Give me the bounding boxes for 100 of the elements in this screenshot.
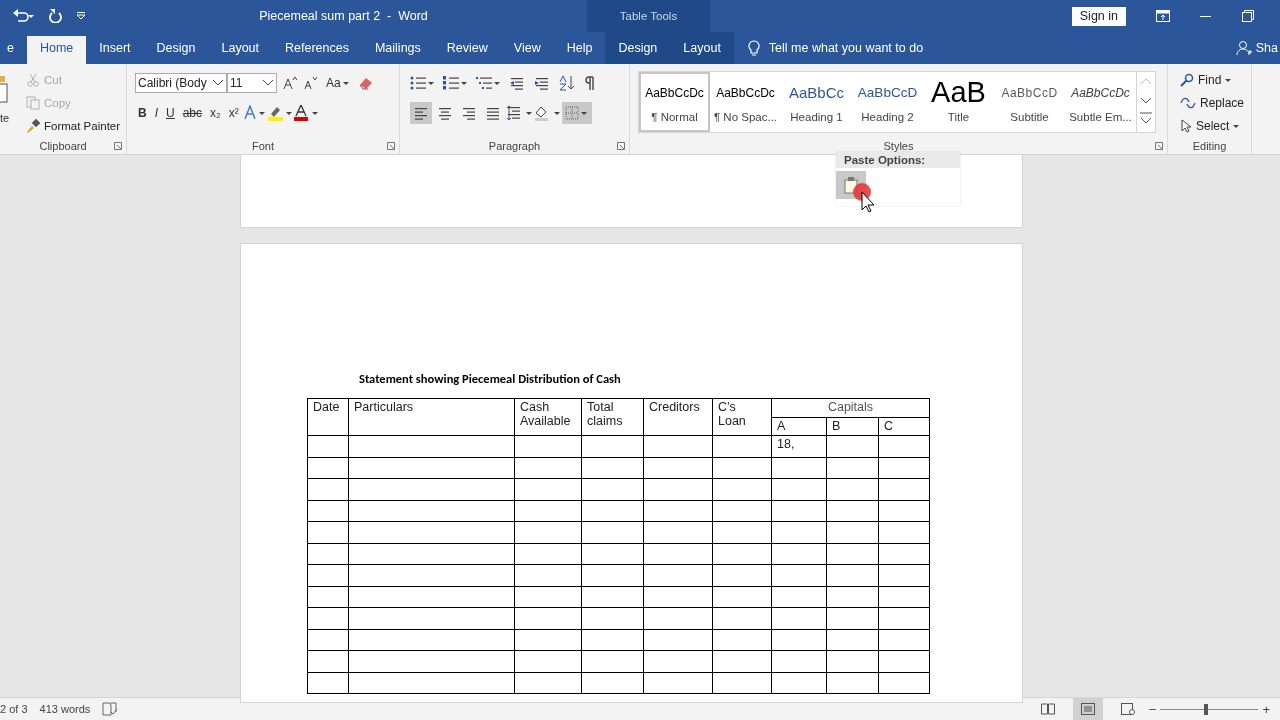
proofing-icon[interactable] (102, 702, 119, 716)
group-label: Styles (882, 140, 915, 152)
grow-font-icon[interactable] (283, 76, 297, 90)
bullets-icon[interactable] (410, 75, 434, 91)
format-button[interactable]: B (135, 102, 150, 124)
replace-icon[interactable] (1180, 96, 1196, 110)
tell-me-field[interactable]: Tell me what you want to do (768, 41, 924, 55)
decrease-indent-icon[interactable] (509, 76, 525, 90)
text-effects-icon[interactable] (243, 105, 266, 121)
eraser-icon[interactable] (357, 76, 374, 90)
ribbon-tab[interactable]: Help (553, 32, 606, 64)
chevron-icon[interactable] (262, 79, 274, 87)
paste-label[interactable]: te (0, 112, 10, 124)
align-justify-icon (485, 106, 501, 120)
restore-icon[interactable] (1242, 10, 1254, 22)
print-layout-button[interactable] (1072, 698, 1103, 720)
undo-icon[interactable] (12, 9, 34, 23)
ribbon-tab[interactable]: Layout (670, 32, 734, 64)
column-header: Creditors (649, 400, 700, 414)
zoom-out-button[interactable]: − (1144, 701, 1161, 717)
ribbon-tab[interactable]: Design (143, 32, 209, 64)
search-icon[interactable] (1180, 73, 1194, 87)
lightbulb-icon[interactable] (747, 39, 760, 57)
editing-button[interactable]: Replace (1180, 93, 1251, 113)
paintbrush-icon[interactable] (26, 118, 40, 133)
ribbon-tab[interactable]: Review (433, 32, 501, 64)
paste-options-title: Paste Options: (836, 152, 960, 168)
style-option[interactable]: AaBbCcDc Subtle Em... (1065, 72, 1136, 132)
clipboard-button[interactable]: Format Painter (26, 116, 121, 135)
column-header: B (832, 418, 841, 433)
column-header: Date (313, 400, 340, 414)
group-label: Editing (1191, 140, 1228, 152)
align-button[interactable] (410, 102, 432, 124)
font-name-field[interactable]: Calibri (Body (135, 73, 227, 93)
style-option[interactable]: AaBbCcD Subtitle (994, 72, 1065, 132)
ribbon-tab[interactable]: Layout (208, 32, 272, 64)
caret-icon[interactable] (1233, 124, 1240, 128)
table-tools-label: Table Tools (619, 10, 678, 22)
launcher-icon[interactable] (387, 142, 395, 150)
column-header: Cash Available (520, 400, 571, 428)
style-option[interactable]: AaBbCcD Heading 2 (852, 72, 923, 132)
pointer-icon[interactable] (1180, 119, 1192, 133)
ribbon-display-icon[interactable] (1156, 10, 1170, 22)
share-button[interactable]: Sha (1255, 41, 1278, 55)
shading-icon[interactable] (534, 105, 560, 121)
style-option[interactable]: AaB Title (923, 72, 994, 132)
shrink-font-icon[interactable] (303, 76, 317, 90)
format-button[interactable]: x² (225, 102, 242, 124)
ribbon-tab[interactable]: Design (605, 32, 671, 64)
launcher-icon[interactable] (617, 142, 625, 150)
font-size-field[interactable]: 11 (227, 73, 277, 93)
word-count[interactable]: 413 words (39, 703, 91, 715)
editing-button[interactable]: Select (1180, 116, 1251, 136)
numbering-icon[interactable] (443, 75, 467, 91)
align-right-icon (461, 106, 477, 120)
editing-button[interactable]: Find (1180, 70, 1251, 90)
column-header: C (884, 418, 894, 433)
column-header: Capitals (827, 400, 874, 414)
sign-in-button[interactable]: Sign in (1071, 6, 1126, 26)
ribbon-tab[interactable]: e (0, 32, 27, 64)
column-header: C’s Loan (718, 400, 746, 428)
book-icon (1040, 703, 1055, 715)
ribbon-tab[interactable]: Mailings (361, 32, 434, 64)
caret-icon[interactable] (1225, 78, 1232, 82)
document-heading: Statement showing Piecemeal Distribution of Cash (359, 371, 622, 386)
ribbon-tab[interactable]: Insert (86, 32, 144, 64)
share-person-icon[interactable] (1235, 40, 1252, 56)
change-case-button[interactable]: Aa (323, 72, 352, 94)
sort-icon[interactable] (559, 75, 575, 91)
style-option[interactable]: AaBbCc Heading 1 (781, 72, 852, 132)
format-button[interactable]: I (151, 102, 161, 124)
page-count[interactable]: 2 of 3 (0, 703, 28, 715)
ribbon-tab[interactable]: View (500, 32, 554, 64)
caret-icon[interactable] (342, 81, 349, 85)
increase-indent-icon[interactable] (534, 76, 550, 90)
window-title: Piecemeal sum part 2 - Word (258, 9, 429, 23)
format-button[interactable]: U (163, 102, 178, 124)
font-color-icon[interactable] (293, 105, 318, 121)
align-left-icon (413, 106, 429, 120)
chevron-icon[interactable] (212, 79, 224, 87)
table-cell: 18, (777, 437, 795, 451)
style-option[interactable]: AaBbCcDc ¶ Normal (639, 72, 710, 132)
web-page-icon (1120, 703, 1135, 715)
ribbon-tab[interactable]: References (272, 32, 362, 64)
multilevel-list-icon[interactable] (476, 75, 500, 91)
highlighter-icon[interactable] (267, 105, 292, 121)
pilcrow-icon[interactable] (584, 75, 596, 91)
ribbon-tab[interactable]: Home (26, 36, 87, 64)
zoom-in-button[interactable]: + (1258, 701, 1274, 717)
redo-icon[interactable] (48, 9, 62, 23)
format-button[interactable]: abc (179, 102, 206, 124)
align-center-icon (437, 106, 453, 120)
format-button[interactable]: x₂ (207, 102, 224, 124)
customize-icon[interactable] (76, 12, 86, 20)
launcher-icon[interactable] (114, 142, 122, 150)
style-option[interactable]: AaBbCcDc ¶ No Spac... (710, 72, 781, 132)
cursor-drawing[interactable] (852, 182, 876, 214)
launcher-icon[interactable] (1155, 142, 1163, 150)
group-label: Font (251, 140, 275, 152)
line-spacing-icon[interactable] (506, 105, 532, 121)
